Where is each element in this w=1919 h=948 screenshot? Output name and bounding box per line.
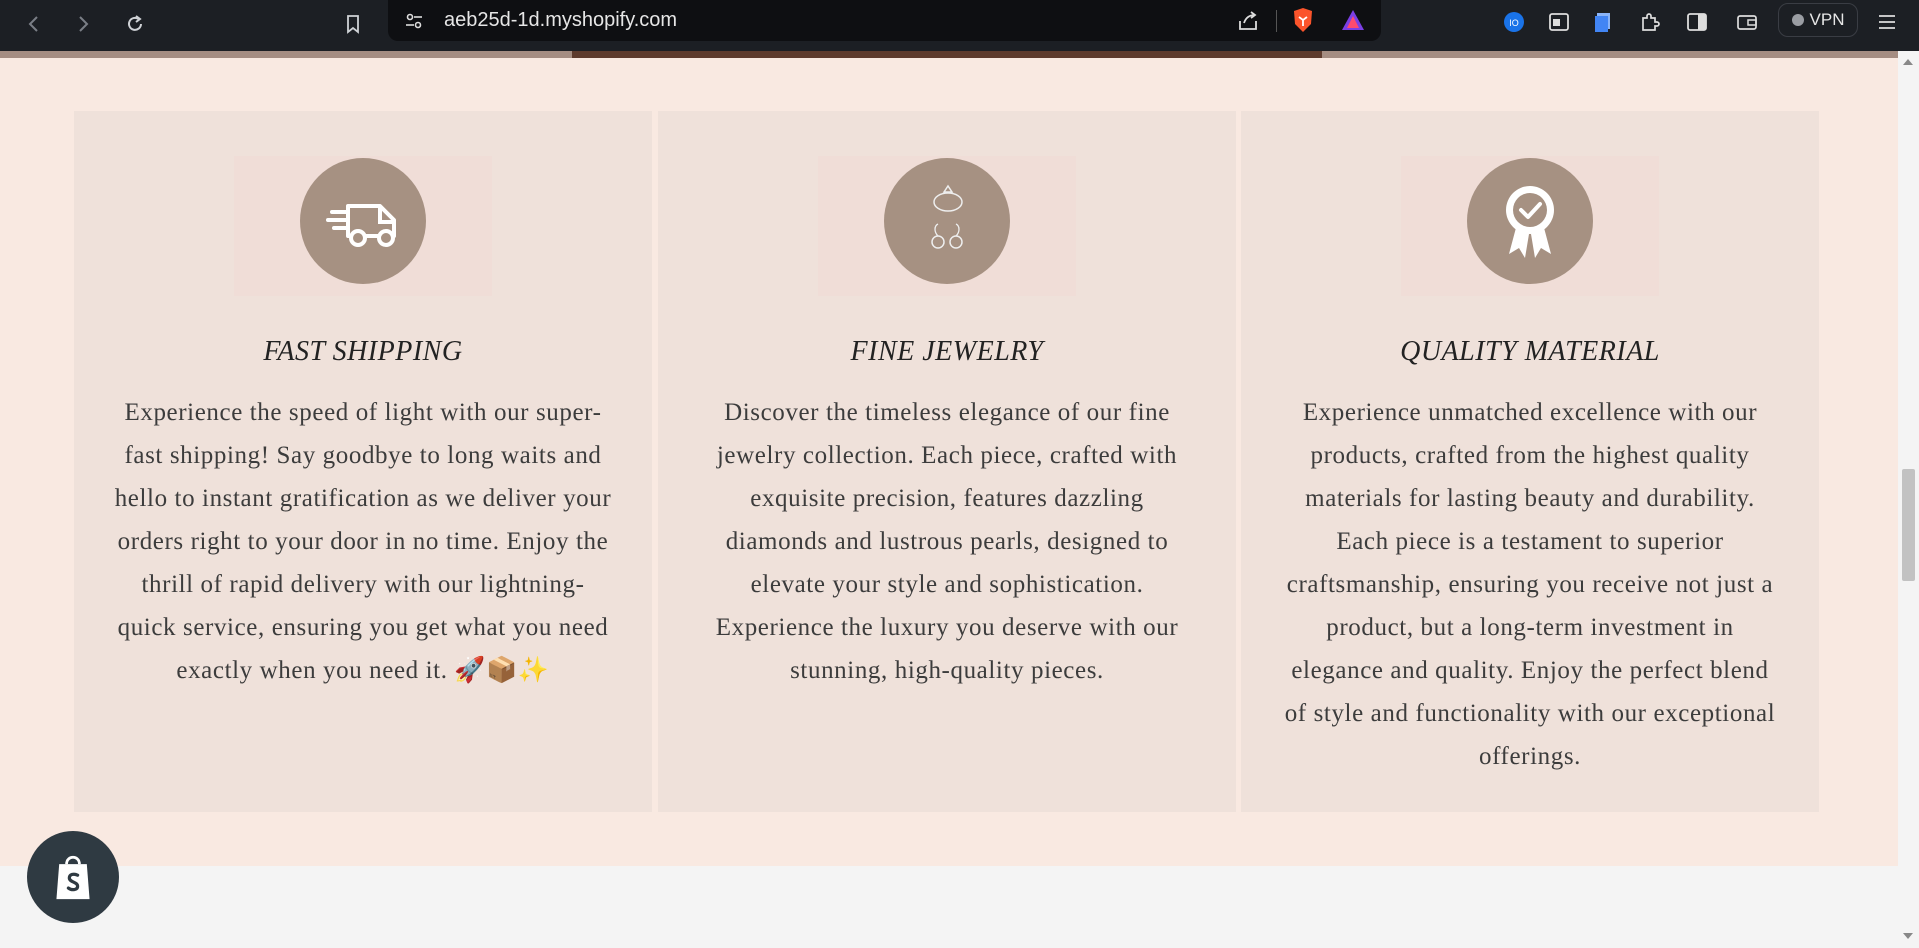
- extensions-puzzle-icon[interactable]: [1634, 6, 1666, 38]
- bookmark-icon: [347, 15, 359, 34]
- vpn-status-icon: [1791, 14, 1804, 26]
- brave-rewards-icon[interactable]: [1340, 8, 1366, 32]
- award-ribbon-icon: [1467, 158, 1593, 284]
- reload-icon: [128, 15, 142, 31]
- sidebar-toggle-icon[interactable]: [1681, 6, 1713, 38]
- truck-icon: [300, 158, 426, 284]
- feature-title: QUALITY MATERIAL: [1400, 336, 1660, 367]
- back-button[interactable]: [16, 6, 52, 42]
- wallet-icon[interactable]: [1731, 6, 1763, 38]
- hero-image-bottom-edge: [0, 51, 1898, 58]
- browser-toolbar: aeb25d-1d.myshopify.com IO VPN: [0, 0, 1919, 51]
- feature-card-fast-shipping: FAST SHIPPING Experience the speed of li…: [74, 111, 652, 812]
- feature-description: Discover the timeless elegance of our fi…: [715, 399, 1179, 684]
- feature-card-quality-material: QUALITY MATERIAL Experience unmatched ex…: [1241, 111, 1819, 812]
- scroll-down-icon[interactable]: [1903, 933, 1913, 939]
- chevron-right-icon: [79, 16, 89, 32]
- feature-title: FINE JEWELRY: [850, 336, 1044, 367]
- extension-docs-icon[interactable]: [1587, 6, 1619, 38]
- footer-area: [0, 866, 1898, 948]
- feature-description: Experience the speed of light with our s…: [114, 399, 612, 684]
- scroll-up-icon[interactable]: [1903, 59, 1913, 65]
- brave-shields-icon[interactable]: [1290, 6, 1316, 34]
- feature-card-fine-jewelry: FINE JEWELRY Discover the timeless elega…: [658, 111, 1236, 812]
- scrollbar-thumb[interactable]: [1902, 469, 1915, 581]
- feature-title: FAST SHIPPING: [263, 336, 463, 367]
- bookmark-button[interactable]: [335, 6, 371, 42]
- address-bar[interactable]: aeb25d-1d.myshopify.com: [388, 0, 1381, 41]
- page-scrollbar[interactable]: [1898, 51, 1919, 948]
- shopify-bag-icon[interactable]: [27, 831, 119, 923]
- extension-camera-icon[interactable]: IO: [1498, 6, 1530, 38]
- share-icon[interactable]: [1236, 9, 1260, 33]
- svg-text:IO: IO: [1509, 18, 1519, 28]
- ring-earrings-icon: [884, 158, 1010, 284]
- feature-description: Experience unmatched excellence with our…: [1284, 399, 1776, 770]
- site-settings-icon[interactable]: [404, 11, 424, 31]
- menu-hamburger-icon[interactable]: [1871, 6, 1903, 38]
- extension-window-icon[interactable]: [1543, 6, 1575, 38]
- vpn-button[interactable]: VPN: [1778, 3, 1858, 37]
- reload-button[interactable]: [117, 6, 153, 42]
- url-text: aeb25d-1d.myshopify.com: [444, 9, 678, 31]
- vpn-label: VPN: [1809, 10, 1845, 29]
- forward-button[interactable]: [65, 6, 101, 42]
- chevron-left-icon: [28, 16, 38, 32]
- features-section: FAST SHIPPING Experience the speed of li…: [0, 58, 1898, 866]
